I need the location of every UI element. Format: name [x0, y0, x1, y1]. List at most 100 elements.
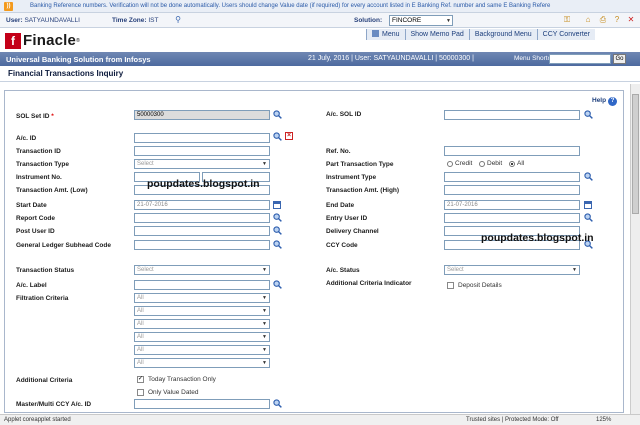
radio-all[interactable]: All: [509, 160, 524, 167]
search-icon[interactable]: [273, 226, 282, 235]
additional-criteria-label: Additional Criteria: [16, 377, 73, 384]
post-user-id-input[interactable]: [134, 226, 270, 236]
status-text: Applet coreapplet started: [4, 417, 71, 423]
master-ccy-ac-id-label: Master/Multi CCY A/c. ID: [16, 401, 92, 408]
search-icon[interactable]: [273, 110, 282, 119]
ticker-message: Banking Reference numbers. Verification …: [30, 3, 551, 9]
today-transaction-only-checkbox[interactable]: ✓ Today Transaction Only: [137, 376, 216, 383]
filtration-criteria-select[interactable]: All ▼: [134, 332, 270, 342]
ac-id-label: A/c. ID: [16, 135, 37, 142]
nav-show-memo-pad[interactable]: Show Memo Pad: [404, 29, 469, 40]
rss-icon[interactable]: )): [4, 2, 13, 11]
start-date-input[interactable]: 21-07-2016: [134, 200, 270, 210]
top-nav: Menu Show Memo Pad Background Menu CCY C…: [366, 29, 595, 40]
chevron-down-icon: ▼: [446, 18, 451, 24]
ccy-code-label: CCY Code: [326, 242, 358, 249]
home-icon[interactable]: ⌂: [583, 15, 593, 25]
chevron-down-icon: ▼: [572, 267, 577, 273]
menu-shortcut-input[interactable]: [549, 54, 611, 64]
help-link[interactable]: Help?: [592, 97, 618, 106]
watermark-text: poupdates.blogspot.in: [147, 178, 260, 190]
nav-background-menu[interactable]: Background Menu: [468, 29, 537, 40]
radio-debit[interactable]: Debit: [479, 160, 502, 167]
additional-criteria-indicator-label: Additional Criteria Indicator: [326, 280, 412, 287]
search-icon[interactable]: [273, 280, 282, 289]
logout-icon[interactable]: ✕: [626, 15, 636, 25]
clear-icon[interactable]: ×: [285, 132, 293, 140]
session-info: 21 July, 2016 | User: SATYAUNDAVALLI | 5…: [308, 55, 474, 62]
search-icon[interactable]: [273, 240, 282, 249]
search-icon[interactable]: [273, 213, 282, 222]
report-code-label: Report Code: [16, 215, 55, 222]
chevron-down-icon: ▼: [262, 161, 267, 167]
required-marker: *: [51, 113, 54, 120]
ref-no-input[interactable]: [444, 146, 580, 156]
sol-set-id-input[interactable]: 50000300: [134, 110, 270, 120]
page-header: Financial Transactions Inquiry: [0, 66, 640, 82]
end-date-input[interactable]: 21-07-2016: [444, 200, 580, 210]
form-panel: [4, 90, 624, 413]
go-button[interactable]: Go: [613, 54, 626, 64]
ac-status-label: A/c. Status: [326, 267, 360, 274]
watermark-text: poupdates.blogspot.in: [481, 232, 594, 244]
finacle-logo-mark: f: [5, 32, 21, 49]
filtration-criteria-select[interactable]: All ▼: [134, 306, 270, 316]
search-icon[interactable]: [273, 132, 282, 141]
amt-low-label: Transaction Amt. (Low): [16, 187, 88, 194]
entry-user-id-input[interactable]: [444, 213, 580, 223]
ac-id-input[interactable]: [134, 133, 270, 143]
user-bar: User: SATYAUNDAVALLI Time Zone: IST ⚲ So…: [0, 13, 640, 28]
security-zone: Trusted sites | Protected Mode: Off: [466, 417, 559, 423]
ac-label-label: A/c. Label: [16, 282, 47, 289]
ac-label-input[interactable]: [134, 280, 270, 290]
search-icon[interactable]: [584, 213, 593, 222]
entry-user-id-label: Entry User ID: [326, 215, 368, 222]
radio-credit[interactable]: Credit: [447, 160, 472, 167]
solution-value: FINCORE: [392, 17, 422, 24]
solution-label: Solution:: [354, 17, 383, 24]
report-code-input[interactable]: [134, 213, 270, 223]
ref-no-label: Ref. No.: [326, 148, 351, 155]
search-icon[interactable]: [584, 110, 593, 119]
transaction-status-select[interactable]: Select ▼: [134, 265, 270, 275]
amt-high-input[interactable]: [444, 185, 580, 195]
calendar-icon[interactable]: [584, 201, 592, 209]
ac-sol-id-input[interactable]: [444, 110, 580, 120]
timezone-search-icon[interactable]: ⚲: [173, 15, 183, 25]
transaction-type-select[interactable]: Select ▼: [134, 159, 270, 169]
only-value-dated-checkbox[interactable]: Only Value Dated: [137, 389, 198, 396]
user-value: SATYAUNDAVALLI: [24, 17, 80, 24]
solution-select[interactable]: FINCORE ▼: [389, 15, 453, 26]
help-icon[interactable]: ?: [612, 15, 622, 25]
print-icon[interactable]: ⎙: [598, 15, 608, 25]
master-ccy-ac-id-input[interactable]: [134, 399, 270, 409]
filtration-criteria-select[interactable]: All ▼: [134, 345, 270, 355]
user-info: User: SATYAUNDAVALLI: [6, 17, 80, 24]
gl-subhead-code-input[interactable]: [134, 240, 270, 250]
filtration-criteria-select[interactable]: All ▼: [134, 358, 270, 368]
nav-ccy-converter[interactable]: CCY Converter: [536, 29, 595, 40]
timezone-label: Time Zone:: [112, 17, 147, 24]
transaction-id-input[interactable]: [134, 146, 270, 156]
user-label: User:: [6, 17, 23, 24]
search-icon[interactable]: [584, 172, 593, 181]
tagline: Universal Banking Solution from Infosys: [6, 55, 151, 64]
transaction-id-label: Transaction ID: [16, 148, 61, 155]
key-icon[interactable]: ⚿: [562, 15, 572, 25]
ac-status-select[interactable]: Select ▼: [444, 265, 580, 275]
nav-menu[interactable]: Menu: [366, 29, 405, 40]
browser-status-bar: Applet coreapplet started Trusted sites …: [0, 414, 640, 425]
filtration-criteria-select[interactable]: All ▼: [134, 293, 270, 303]
search-icon[interactable]: [273, 399, 282, 408]
gl-subhead-code-label: General Ledger Subhead Code: [16, 242, 111, 249]
calendar-icon[interactable]: [273, 201, 281, 209]
vertical-scrollbar[interactable]: [630, 84, 640, 414]
page-title: Financial Transactions Inquiry: [8, 69, 124, 78]
start-date-label: Start Date: [16, 202, 47, 209]
zoom-level[interactable]: 125%: [596, 417, 611, 423]
deposit-details-checkbox[interactable]: Deposit Details: [447, 282, 502, 289]
transaction-type-label: Transaction Type: [16, 161, 69, 168]
instrument-type-input[interactable]: [444, 172, 580, 182]
filtration-criteria-select[interactable]: All ▼: [134, 319, 270, 329]
scrollbar-thumb[interactable]: [632, 94, 639, 214]
